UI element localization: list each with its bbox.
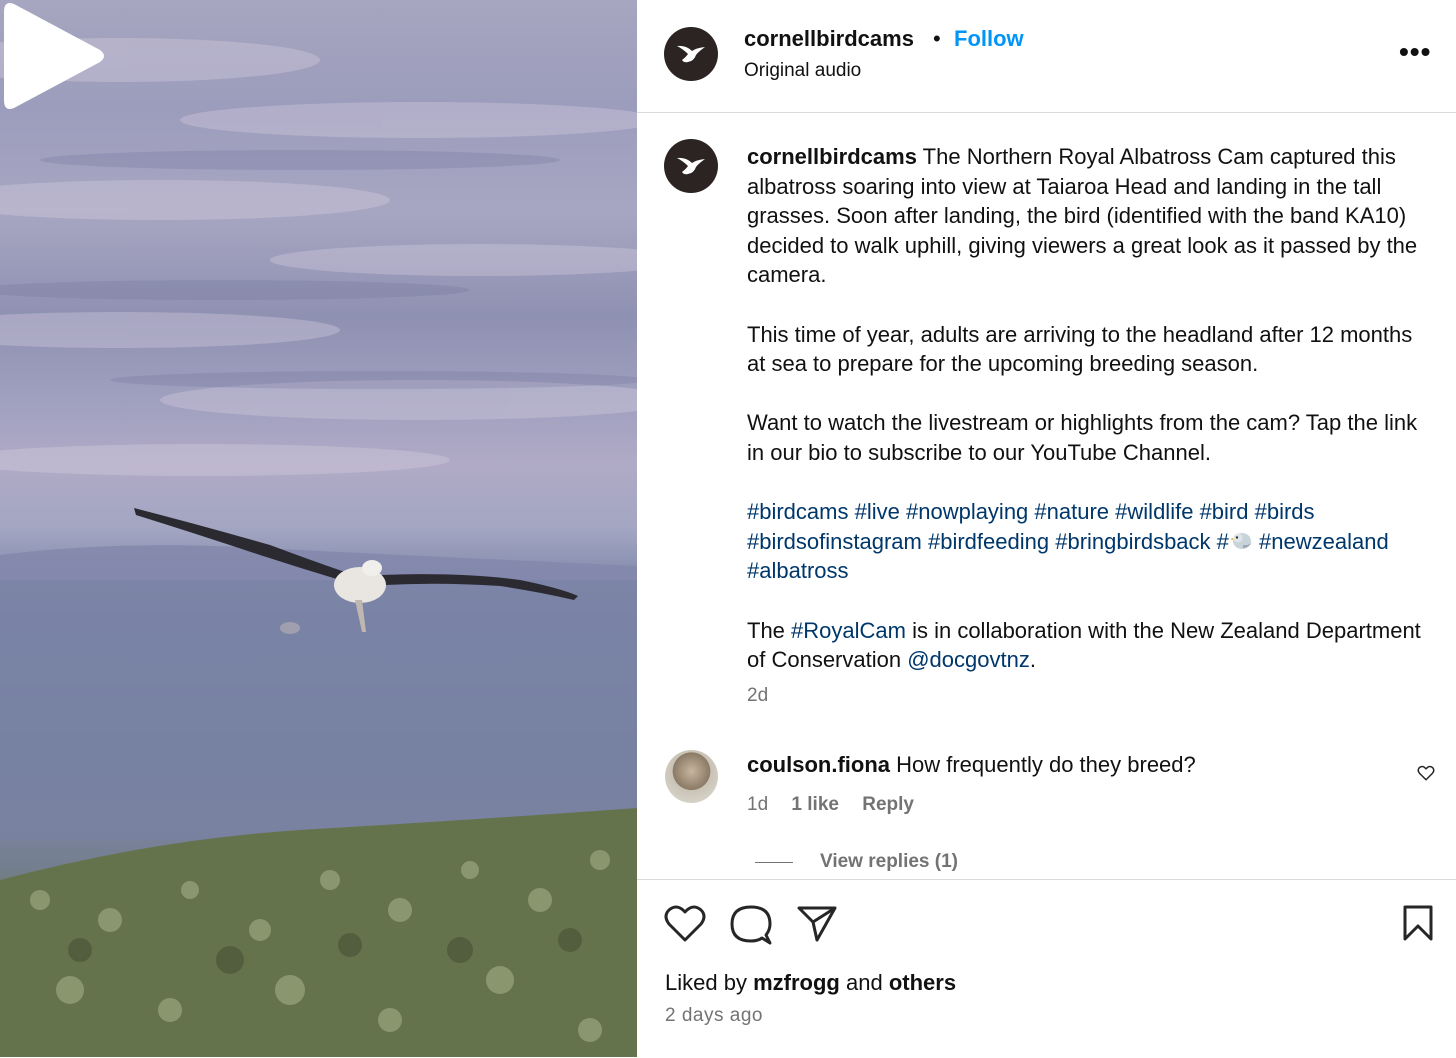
commenter-avatar[interactable] bbox=[665, 750, 718, 803]
hashtag-link[interactable]: #birdcams bbox=[747, 499, 848, 524]
hummingbird-icon bbox=[677, 45, 705, 63]
comment: coulson.fiona How frequently do they bre… bbox=[747, 752, 1196, 778]
liked-by-others[interactable]: others bbox=[889, 970, 956, 995]
caption-timestamp[interactable]: 2d bbox=[747, 685, 768, 707]
caption-paragraph-3: Want to watch the livestream or highligh… bbox=[747, 410, 1418, 465]
hashtag-link[interactable]: # bbox=[1217, 529, 1253, 554]
video-frame bbox=[0, 38, 637, 1057]
mention-link[interactable]: @docgovtnz bbox=[907, 647, 1030, 672]
comment-likes[interactable]: 1 like bbox=[791, 794, 839, 815]
liked-by-and: and bbox=[845, 970, 883, 995]
caption-paragraph-5: The #RoyalCam is in collaboration with t… bbox=[747, 616, 1427, 675]
bookmark-icon[interactable] bbox=[1402, 904, 1434, 942]
commenter-username[interactable]: coulson.fiona bbox=[747, 752, 890, 777]
liked-by-user[interactable]: mzfrogg bbox=[753, 970, 840, 995]
comment-text: How frequently do they breed? bbox=[896, 752, 1196, 777]
post-timestamp[interactable]: 2 days ago bbox=[665, 1005, 763, 1027]
comment-timestamp[interactable]: 1d bbox=[747, 794, 768, 815]
post-caption: cornellbirdcams The Northern Royal Albat… bbox=[747, 142, 1427, 704]
likes-summary: Liked by mzfrogg and others bbox=[665, 970, 956, 996]
comment-meta: 1d 1 like Reply bbox=[747, 794, 932, 816]
follow-button[interactable]: Follow bbox=[954, 26, 1024, 52]
hashtag-link[interactable]: #nature bbox=[1034, 499, 1109, 524]
hummingbird-icon bbox=[677, 157, 705, 175]
liked-by-prefix: Liked by bbox=[665, 970, 747, 995]
hashtag-link[interactable]: #albatross bbox=[747, 558, 849, 583]
hashtag-link[interactable]: #bird bbox=[1200, 499, 1249, 524]
hashtag-link[interactable]: #wildlife bbox=[1115, 499, 1193, 524]
view-replies-button[interactable]: View replies (1) bbox=[820, 851, 958, 873]
heart-icon[interactable] bbox=[664, 904, 706, 944]
hashtag-link-royalcam[interactable]: #RoyalCam bbox=[791, 618, 906, 643]
post-sidebar: cornellbirdcams • Follow Original audio … bbox=[637, 0, 1456, 1057]
paper-plane-icon[interactable] bbox=[797, 906, 837, 942]
instagram-post: cornellbirdcams • Follow Original audio … bbox=[0, 0, 1456, 1057]
hashtag-link[interactable]: #live bbox=[855, 499, 900, 524]
caption-text-5a: The bbox=[747, 617, 792, 643]
action-bar bbox=[637, 879, 1456, 1058]
hashtag-link[interactable]: #birdfeeding bbox=[928, 529, 1049, 554]
reply-button[interactable]: Reply bbox=[862, 794, 914, 815]
hashtag-link[interactable]: #birdsofinstagram bbox=[747, 529, 922, 554]
caption-paragraph-1: cornellbirdcams The Northern Royal Albat… bbox=[747, 142, 1427, 290]
replies-divider bbox=[755, 862, 793, 863]
comment-icon[interactable] bbox=[730, 904, 772, 946]
play-icon[interactable] bbox=[0, 0, 108, 112]
bird-emoji-icon bbox=[1229, 532, 1252, 549]
caption-paragraph-2: This time of year, adults are arriving t… bbox=[747, 321, 1413, 377]
hashtag-link[interactable]: #newzealand bbox=[1259, 529, 1389, 554]
caption-author-username[interactable]: cornellbirdcams bbox=[747, 144, 917, 169]
caption-hashtags: #birdcams #live #nowplaying #nature #wil… bbox=[747, 497, 1427, 586]
hashtag-link[interactable]: #nowplaying bbox=[906, 499, 1028, 524]
hashtag-symbol: # bbox=[1216, 528, 1229, 554]
caption-text-5c: . bbox=[1029, 647, 1036, 673]
hashtag-link[interactable]: #birds bbox=[1255, 499, 1315, 524]
author-avatar[interactable] bbox=[664, 27, 718, 81]
video-player[interactable] bbox=[0, 0, 637, 1057]
hashtag-link[interactable]: #bringbirdsback bbox=[1055, 529, 1210, 554]
author-username[interactable]: cornellbirdcams bbox=[744, 26, 914, 52]
separator-dot: • bbox=[933, 26, 941, 51]
more-options-icon[interactable]: ••• bbox=[1399, 36, 1431, 68]
audio-label[interactable]: Original audio bbox=[744, 60, 861, 82]
post-header: cornellbirdcams • Follow Original audio … bbox=[637, 0, 1456, 113]
caption-author-avatar[interactable] bbox=[664, 139, 718, 193]
heart-outline-icon[interactable] bbox=[1417, 764, 1435, 782]
